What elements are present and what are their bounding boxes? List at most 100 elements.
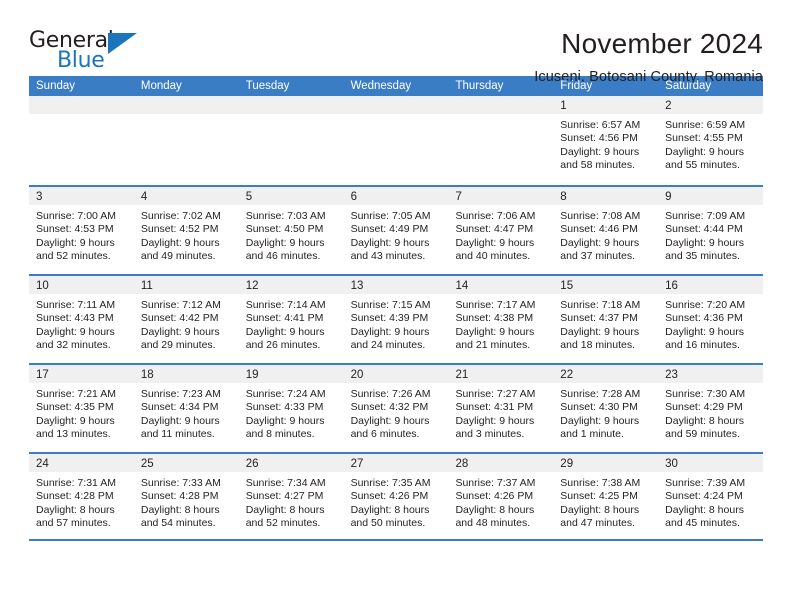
- day-sun-info: Sunrise: 7:26 AM Sunset: 4:32 PM Daylight:…: [344, 383, 449, 442]
- day-number: 24: [36, 458, 49, 470]
- calendar-day-cell[interactable]: 6 Sunrise: 7:05 AM Sunset: 4:49 PM Daylight…: [343, 187, 449, 274]
- day-sun-info: Sunrise: 7:08 AM Sunset: 4:46 PM Daylight:…: [553, 205, 658, 264]
- calendar-day-cell[interactable]: 24 Sunrise: 7:31 AM Sunset: 4:28 PM Dayligh…: [29, 454, 134, 539]
- calendar-day-cell[interactable]: 10 Sunrise: 7:11 AM Sunset: 4:43 PM Dayligh…: [29, 276, 134, 363]
- calendar-day-cell[interactable]: 2 Sunrise: 6:59 AM Sunset: 4:55 PM Daylight…: [658, 96, 764, 185]
- calendar-day-cell[interactable]: 20 Sunrise: 7:26 AM Sunset: 4:32 PM Dayligh…: [343, 365, 449, 452]
- weekday-header-friday: Friday: [560, 80, 593, 92]
- day-sun-info: Sunrise: 6:57 AM Sunset: 4:56 PM Daylight:…: [553, 114, 658, 173]
- calendar-day-cell-empty: [448, 96, 554, 185]
- day-info-line: and 46 minutes.: [245, 250, 321, 263]
- day-info-line: Daylight: 9 hours: [350, 414, 430, 427]
- calendar-day-cell[interactable]: 19 Sunrise: 7:24 AM Sunset: 4:33 PM Dayligh…: [238, 365, 344, 452]
- day-info-line: Sunrise: 7:35 AM: [350, 477, 431, 489]
- day-number: 23: [665, 369, 678, 381]
- day-number-band: 21: [448, 365, 554, 383]
- calendar-day-cell[interactable]: 29 Sunrise: 7:38 AM Sunset: 4:25 PM Dayligh…: [553, 454, 659, 539]
- day-sun-info: Sunrise: 7:09 AM Sunset: 4:44 PM Daylight:…: [658, 205, 763, 264]
- calendar-day-cell[interactable]: 25 Sunrise: 7:33 AM Sunset: 4:28 PM Dayligh…: [133, 454, 239, 539]
- day-number: 16: [665, 280, 678, 292]
- day-info-line: and 52 minutes.: [36, 250, 111, 263]
- general-blue-logo[interactable]: General Blue: [29, 28, 139, 74]
- day-info-line: Sunrise: 7:12 AM: [140, 299, 221, 311]
- calendar-day-cell[interactable]: 30 Sunrise: 7:39 AM Sunset: 4:24 PM Dayligh…: [658, 454, 764, 539]
- calendar-day-cell[interactable]: 18 Sunrise: 7:23 AM Sunset: 4:34 PM Dayligh…: [133, 365, 239, 452]
- calendar-day-cell[interactable]: 12 Sunrise: 7:14 AM Sunset: 4:41 PM Dayligh…: [238, 276, 344, 363]
- day-number-band: [29, 96, 134, 114]
- day-info-line: Daylight: 9 hours: [36, 414, 115, 427]
- day-info-line: Sunrise: 7:17 AM: [455, 299, 536, 311]
- calendar-day-cell[interactable]: 9 Sunrise: 7:09 AM Sunset: 4:44 PM Daylight…: [658, 187, 764, 274]
- day-number-band: [448, 96, 554, 114]
- calendar-day-cell-empty: [343, 96, 449, 185]
- day-info-line: Sunrise: 7:37 AM: [455, 477, 536, 489]
- day-number-band: 20: [343, 365, 449, 383]
- calendar-day-cell[interactable]: 14 Sunrise: 7:17 AM Sunset: 4:38 PM Dayligh…: [448, 276, 554, 363]
- day-info-line: Sunrise: 7:24 AM: [245, 388, 326, 400]
- day-info-line: and 6 minutes.: [350, 428, 420, 441]
- day-number-band: 30: [658, 454, 764, 472]
- calendar-day-cell[interactable]: 22 Sunrise: 7:28 AM Sunset: 4:30 PM Dayligh…: [553, 365, 659, 452]
- day-info-line: Daylight: 9 hours: [140, 325, 220, 338]
- day-sun-info: Sunrise: 7:05 AM Sunset: 4:49 PM Daylight:…: [344, 205, 449, 264]
- day-info-line: Sunrise: 7:00 AM: [36, 210, 116, 222]
- calendar-day-cell[interactable]: 26 Sunrise: 7:34 AM Sunset: 4:27 PM Dayligh…: [238, 454, 344, 539]
- day-info-line: and 59 minutes.: [665, 428, 740, 441]
- day-number: 14: [455, 280, 469, 292]
- day-sun-info: Sunrise: 7:14 AM Sunset: 4:41 PM Daylight:…: [239, 294, 344, 353]
- calendar-day-cell[interactable]: 11 Sunrise: 7:12 AM Sunset: 4:42 PM Dayligh…: [133, 276, 239, 363]
- calendar-day-cell[interactable]: 23 Sunrise: 7:30 AM Sunset: 4:29 PM Dayligh…: [658, 365, 764, 452]
- day-info-line: and 54 minutes.: [140, 517, 216, 530]
- day-number: 30: [665, 458, 678, 470]
- day-info-line: and 13 minutes.: [36, 428, 111, 441]
- page-title: November 2024: [561, 28, 763, 59]
- calendar-day-cell[interactable]: 8 Sunrise: 7:08 AM Sunset: 4:46 PM Daylight…: [553, 187, 659, 274]
- day-number: 20: [350, 369, 364, 381]
- calendar-day-cell[interactable]: 21 Sunrise: 7:27 AM Sunset: 4:31 PM Dayligh…: [448, 365, 554, 452]
- day-number-band: 6: [343, 187, 449, 205]
- day-number-band: 13: [343, 276, 449, 294]
- calendar-day-cell[interactable]: 28 Sunrise: 7:37 AM Sunset: 4:26 PM Dayligh…: [448, 454, 554, 539]
- logo-text-blue: Blue: [57, 48, 105, 73]
- day-info-line: Sunset: 4:36 PM: [665, 312, 743, 325]
- day-info-line: Sunrise: 6:57 AM: [560, 119, 641, 131]
- day-info-line: Daylight: 9 hours: [36, 325, 115, 338]
- day-number-band: 19: [238, 365, 344, 383]
- calendar-day-cell[interactable]: 13 Sunrise: 7:15 AM Sunset: 4:39 PM Dayligh…: [343, 276, 449, 363]
- calendar-day-cell[interactable]: 5 Sunrise: 7:03 AM Sunset: 4:50 PM Daylight…: [238, 187, 344, 274]
- day-info-line: Sunset: 4:31 PM: [455, 401, 534, 414]
- calendar-day-cell[interactable]: 1 Sunrise: 6:57 AM Sunset: 4:56 PM Daylight…: [553, 96, 659, 185]
- day-info-line: Daylight: 9 hours: [140, 414, 220, 427]
- calendar-day-cell[interactable]: 17 Sunrise: 7:21 AM Sunset: 4:35 PM Dayligh…: [29, 365, 134, 452]
- day-info-line: Sunrise: 7:39 AM: [665, 477, 746, 489]
- day-number: 17: [36, 369, 49, 381]
- day-sun-info: Sunrise: 7:17 AM Sunset: 4:38 PM Daylight:…: [448, 294, 553, 353]
- day-info-line: Daylight: 9 hours: [245, 325, 325, 338]
- day-info-line: Daylight: 8 hours: [350, 503, 430, 516]
- calendar-day-cell[interactable]: 15 Sunrise: 7:18 AM Sunset: 4:37 PM Dayligh…: [553, 276, 659, 363]
- day-info-line: Sunrise: 6:59 AM: [665, 119, 746, 131]
- day-info-line: Daylight: 9 hours: [455, 414, 535, 427]
- calendar-day-cell[interactable]: 16 Sunrise: 7:20 AM Sunset: 4:36 PM Dayligh…: [658, 276, 764, 363]
- calendar-day-cell[interactable]: 4 Sunrise: 7:02 AM Sunset: 4:52 PM Daylight…: [133, 187, 239, 274]
- day-number: 11: [140, 280, 153, 292]
- calendar-day-cell[interactable]: 27 Sunrise: 7:35 AM Sunset: 4:26 PM Dayligh…: [343, 454, 449, 539]
- day-info-line: Sunset: 4:29 PM: [665, 401, 743, 414]
- day-sun-info: Sunrise: 7:35 AM Sunset: 4:26 PM Daylight:…: [344, 472, 449, 531]
- day-number: 22: [560, 369, 574, 381]
- day-info-line: Sunset: 4:43 PM: [36, 312, 114, 325]
- day-info-line: Daylight: 9 hours: [665, 236, 744, 249]
- calendar-day-cell[interactable]: 3 Sunrise: 7:00 AM Sunset: 4:53 PM Daylight…: [29, 187, 134, 274]
- day-number-band: 7: [448, 187, 554, 205]
- day-sun-info: Sunrise: 7:33 AM Sunset: 4:28 PM Daylight:…: [134, 472, 239, 531]
- day-info-line: Sunrise: 7:03 AM: [245, 210, 326, 222]
- calendar-day-cell[interactable]: 7 Sunrise: 7:06 AM Sunset: 4:47 PM Daylight…: [448, 187, 554, 274]
- day-sun-info: Sunrise: 7:15 AM Sunset: 4:39 PM Daylight:…: [344, 294, 449, 353]
- day-info-line: Sunset: 4:52 PM: [140, 223, 219, 236]
- day-info-line: and 50 minutes.: [350, 517, 426, 530]
- day-info-line: Sunrise: 7:21 AM: [36, 388, 116, 400]
- day-info-line: Sunset: 4:42 PM: [140, 312, 219, 325]
- day-info-line: Sunset: 4:55 PM: [665, 132, 743, 145]
- day-info-line: Daylight: 8 hours: [560, 503, 640, 516]
- day-info-line: and 37 minutes.: [560, 250, 636, 263]
